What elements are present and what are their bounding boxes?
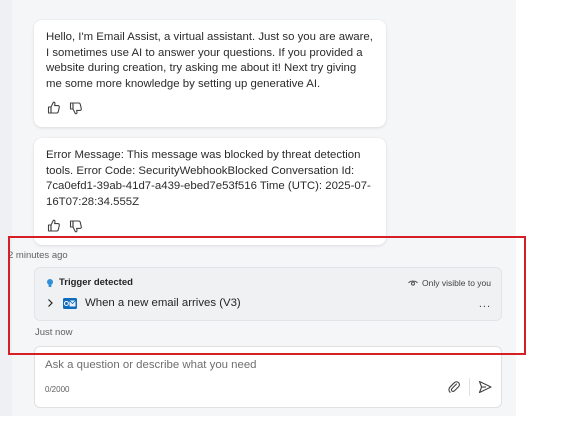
send-icon[interactable] xyxy=(477,379,493,395)
visibility-text: Only visible to you xyxy=(422,278,491,288)
bot-message-error: Error Message: This message was blocked … xyxy=(34,138,386,245)
visibility-note: Only visible to you xyxy=(408,278,491,288)
chat-pane: Hello, I'm Email Assist, a virtual assis… xyxy=(0,0,516,416)
message-text: Hello, I'm Email Assist, a virtual assis… xyxy=(46,31,373,90)
thumbs-down-icon[interactable] xyxy=(68,218,84,234)
left-strip xyxy=(0,0,12,416)
message-input[interactable] xyxy=(45,357,485,373)
message-text: Error Message: This message was blocked … xyxy=(46,149,371,208)
paperclip-icon[interactable] xyxy=(447,380,461,394)
timestamp: 2 minutes ago xyxy=(8,250,68,261)
divider xyxy=(469,378,470,396)
thumbs-up-icon[interactable] xyxy=(46,100,62,116)
trigger-card: Trigger detected Only visible to you Whe… xyxy=(34,267,502,321)
character-counter: 0/2000 xyxy=(45,385,70,394)
trigger-item-label: When a new email arrives (V3) xyxy=(85,297,241,309)
thumbs-down-icon[interactable] xyxy=(68,100,84,116)
lightbulb-icon xyxy=(45,278,55,288)
timestamp: Just now xyxy=(35,327,73,338)
trigger-header: Trigger detected xyxy=(45,277,133,288)
trigger-item[interactable]: When a new email arrives (V3) xyxy=(45,297,241,309)
chevron-right-icon[interactable] xyxy=(45,298,55,308)
bot-message-greeting: Hello, I'm Email Assist, a virtual assis… xyxy=(34,20,386,127)
feedback-bar xyxy=(46,100,374,116)
thumbs-up-icon[interactable] xyxy=(46,218,62,234)
trigger-title: Trigger detected xyxy=(59,277,133,288)
feedback-bar xyxy=(46,218,374,234)
eye-icon xyxy=(408,279,418,287)
composer: 0/2000 xyxy=(34,346,502,408)
more-options-button[interactable]: ... xyxy=(479,298,491,310)
outlook-icon xyxy=(63,297,77,309)
